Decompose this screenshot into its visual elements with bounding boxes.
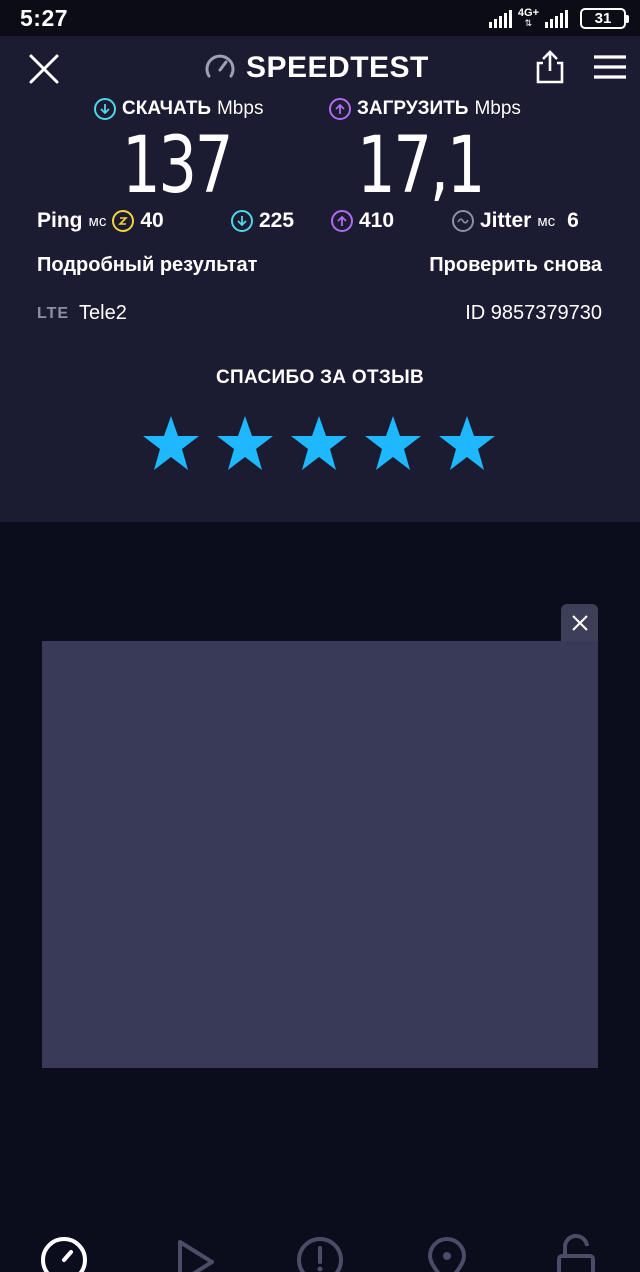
menu-icon[interactable] [592,54,628,82]
carrier-info: LTE Tele2 [37,302,127,325]
download-value: 137 [122,121,233,211]
bottom-nav [0,1232,640,1272]
ping-upload-value: 410 [359,209,395,232]
app-title: SPEEDTEST [246,51,429,84]
alert-icon[interactable] [295,1232,345,1272]
rating-stars[interactable] [141,414,497,472]
battery-level: 31 [594,9,612,27]
data-arrows-icon: ⇅ [524,18,533,28]
download-header: СКАЧАТЬ Mbps [94,96,263,122]
result-id: ID 9857379730 [465,302,602,324]
download-latency-icon [231,210,253,232]
star-icon[interactable] [141,414,201,472]
status-time: 5:27 [20,5,69,31]
feedback-title: СПАСИБО ЗА ОТЗЫВ [215,367,425,388]
signal-icon [488,8,512,28]
download-label: СКАЧАТЬ [122,98,211,119]
status-bar: 5:27 4G+ ⇅ 31 [0,0,640,36]
share-icon[interactable] [532,49,568,85]
play-icon[interactable] [172,1232,222,1272]
star-icon[interactable] [363,414,423,472]
idle-latency-icon [112,210,135,232]
upload-value: 17,1 [357,121,485,211]
app-logo: SPEEDTEST [204,48,429,88]
jitter-unit: мс [537,212,556,230]
network-indicator: 4G+ ⇅ [518,8,539,28]
ad-banner[interactable] [42,641,598,1068]
signal-icon-2 [545,8,568,28]
speedometer-icon [205,54,235,78]
ping-download-value: 225 [259,209,295,232]
download-arrow-icon [94,98,116,120]
upload-latency-icon [331,210,353,232]
latency-row: Ping мс 40 225 410 Jitter мс 6 [0,206,640,236]
connection-type: LTE [37,304,70,322]
test-again-link[interactable]: Проверить снова [429,254,602,277]
upload-arrow-icon [329,98,351,120]
ping-download: 225 [231,206,294,236]
upload-header: ЗАГРУЗИТЬ Mbps [329,96,521,122]
ping-idle: Ping мс 40 [37,206,164,236]
jitter-value: 6 [567,209,579,232]
speed-icon[interactable] [39,1232,89,1272]
unlock-icon[interactable] [551,1232,601,1272]
ping-label: Ping [37,209,83,232]
ping-idle-value: 40 [140,209,164,232]
ping-upload: 410 [331,206,394,236]
battery-icon: 31 [580,7,629,29]
upload-label: ЗАГРУЗИТЬ [357,98,469,119]
jitter: Jitter мс 6 [452,206,579,236]
download-unit: Mbps [216,98,264,119]
close-icon [571,614,588,631]
star-icon[interactable] [289,414,349,472]
jitter-label: Jitter [480,209,532,232]
close-icon[interactable] [26,51,62,87]
carrier-name: Tele2 [79,302,127,324]
upload-unit: Mbps [474,98,521,119]
star-icon[interactable] [437,414,497,472]
results-panel: SPEEDTEST СКАЧАТЬ Mbps 137 ЗАГРУЗИТЬ Mbp… [0,36,640,522]
ping-unit: мс [88,212,107,230]
status-indicators: 4G+ ⇅ 31 [488,4,629,32]
detailed-result-link[interactable]: Подробный результат [37,254,257,277]
location-icon[interactable] [422,1232,472,1272]
ad-close-button[interactable] [561,604,598,641]
jitter-icon [452,210,474,232]
star-icon[interactable] [215,414,275,472]
